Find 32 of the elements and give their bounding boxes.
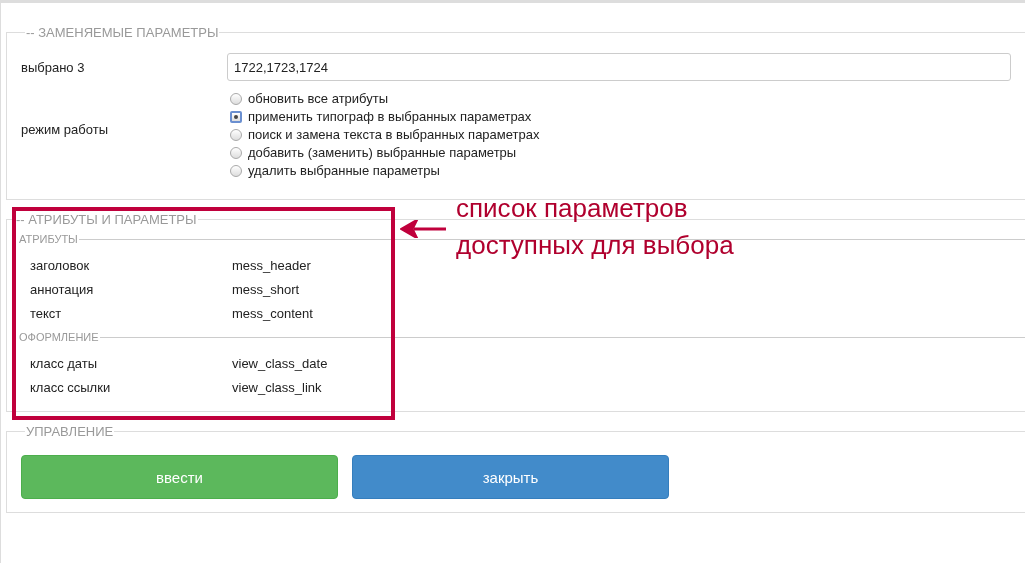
radio-label[interactable]: поиск и замена текста в выбранных параметрах xyxy=(248,127,540,142)
panel-legend: -- ЗАМЕНЯЕМЫЕ ПАРАМЕТРЫ xyxy=(25,25,220,40)
group-title: АТРИБУТЫ xyxy=(19,233,78,245)
radio-label[interactable]: добавить (заменить) выбранные параметры xyxy=(248,145,517,160)
param-name: класс даты xyxy=(30,355,99,371)
radio-button[interactable] xyxy=(230,110,242,123)
radio-button[interactable] xyxy=(230,164,242,177)
radio-button[interactable] xyxy=(230,92,242,105)
radio-label[interactable]: применить типограф в выбранных параметрах xyxy=(248,109,532,124)
param-name: текст xyxy=(30,305,63,321)
param-key: mess_header xyxy=(232,257,311,273)
param-name: аннотация xyxy=(30,281,95,297)
selected-ids-field[interactable]: 1722,1723,1724 xyxy=(227,53,1011,81)
group-title: ОФОРМЛЕНИЕ xyxy=(19,331,99,343)
radio-button[interactable] xyxy=(230,128,242,141)
arrow-icon xyxy=(400,220,446,238)
field-label: режим работы xyxy=(21,122,109,137)
radio-button[interactable] xyxy=(230,146,242,159)
param-key: view_class_link xyxy=(232,379,322,395)
annotation-text: доступных для выбора xyxy=(456,229,734,262)
radio-label[interactable]: удалить выбранные параметры xyxy=(248,163,440,178)
close-button[interactable]: закрыть xyxy=(352,455,669,499)
annotation-text: список параметров xyxy=(456,192,689,225)
param-key: view_class_date xyxy=(232,355,328,371)
field-label: выбрано 3 xyxy=(21,59,86,75)
param-key: mess_content xyxy=(232,305,313,321)
panel-legend: УПРАВЛЕНИЕ xyxy=(25,424,115,439)
radio-label[interactable]: обновить все атрибуты xyxy=(248,91,389,106)
param-name: класс ссылки xyxy=(30,379,112,395)
param-name: заголовок xyxy=(30,257,91,273)
param-key: mess_short xyxy=(232,281,300,297)
panel-legend: -- АТРИБУТЫ И ПАРАМЕТРЫ xyxy=(15,212,198,227)
